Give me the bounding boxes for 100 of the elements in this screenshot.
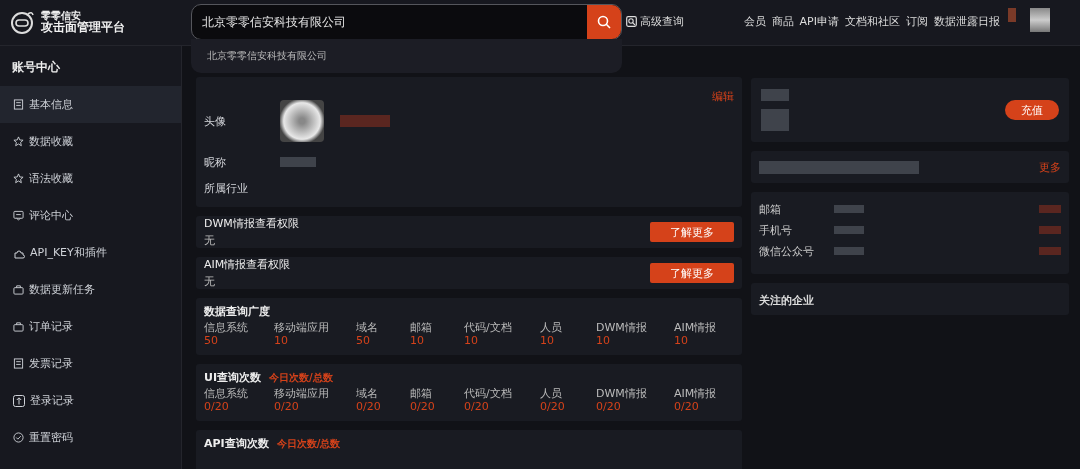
redacted-block (834, 205, 864, 213)
sidebar-item-label: 评论中心 (29, 208, 73, 223)
quota-value: 10 (464, 334, 479, 348)
redacted-block[interactable] (1039, 205, 1061, 213)
sidebar-item-label: 数据更新任务 (29, 282, 95, 297)
sidebar-item-label: 重置密码 (29, 430, 73, 445)
redacted-block (280, 157, 316, 167)
quota-label: 代码/文档 (464, 387, 513, 401)
quota-label: DWM情报 (596, 321, 648, 335)
quota-label: AIM情报 (674, 321, 718, 335)
suggestion-item[interactable]: 北京零零信安科技有限公司 (207, 49, 327, 63)
sidebar-item[interactable]: 语法收藏 (0, 160, 181, 197)
avatar-placeholder[interactable] (1030, 8, 1050, 32)
nav-link[interactable]: API申请 (799, 14, 839, 29)
quota-value: 10 (274, 334, 289, 348)
quota-label: 移动端应用 (274, 387, 330, 401)
star-icon (13, 136, 24, 147)
quota-title: UI查询次数 (204, 370, 262, 385)
star-icon (13, 173, 24, 184)
quota-label: 信息系统 (204, 321, 249, 335)
quota-value: 10 (540, 334, 555, 348)
search-button[interactable] (587, 5, 621, 39)
briefcase-icon (13, 284, 24, 295)
redacted-block (834, 247, 864, 255)
redacted-block[interactable] (1039, 247, 1061, 255)
redacted-block (761, 109, 789, 131)
quota-label: AIM情报 (674, 387, 718, 401)
field-label: 所属行业 (204, 180, 249, 196)
document-icon (13, 358, 24, 369)
quota-label: 移动端应用 (274, 321, 330, 335)
edit-link[interactable]: 编辑 (712, 89, 734, 104)
nav-link[interactable]: 订阅 (906, 14, 928, 29)
quota-value: 0/20 (410, 400, 436, 414)
sidebar-item-label: 数据收藏 (29, 134, 73, 149)
sidebar-item-label: 语法收藏 (29, 171, 73, 186)
sidebar-item[interactable]: 重置密码 (0, 419, 181, 456)
sidebar-item[interactable]: 发票记录 (0, 345, 181, 382)
quota-value: 0/20 (674, 400, 700, 414)
redacted-block[interactable] (1039, 226, 1061, 234)
quota-label: 人员 (540, 387, 563, 401)
nav-link[interactable]: 会员 (743, 14, 766, 29)
quota-hint: 今日次数/总数 (276, 437, 341, 451)
quota-label: 代码/文档 (464, 321, 513, 335)
sidebar-item-label: 登录记录 (30, 393, 74, 408)
sidebar-item[interactable]: 数据收藏 (0, 123, 181, 160)
quota-value: 50 (204, 334, 219, 348)
permission-title: AIM情报查看权限 (204, 257, 291, 272)
sidebar-item[interactable]: API_KEY和插件 (0, 234, 181, 271)
learn-more-button[interactable]: 了解更多 (650, 222, 734, 242)
learn-more-button[interactable]: 了解更多 (650, 263, 734, 283)
contact-label: 邮箱 (759, 201, 782, 217)
sidebar-item[interactable]: 评论中心 (0, 197, 181, 234)
sidebar-item[interactable]: 数据更新任务 (0, 271, 181, 308)
followed-title: 关注的企业 (759, 294, 814, 307)
robot-logo-icon (10, 9, 36, 35)
recharge-button[interactable]: 充值 (1005, 100, 1059, 120)
field-label: 昵称 (204, 154, 227, 170)
nav-link[interactable]: 商品 (771, 14, 794, 29)
sidebar-title: 账号中心 (11, 59, 61, 76)
nav-link[interactable]: 数据泄露日报 (934, 14, 1000, 29)
field-label: 头像 (204, 113, 227, 129)
advanced-search-link[interactable]: 高级查询 (626, 14, 684, 29)
quota-value: 50 (356, 334, 371, 348)
permission-value: 无 (204, 233, 216, 248)
redacted-block (340, 115, 390, 127)
quota-title: 数据查询广度 (204, 304, 270, 319)
quota-label: DWM情报 (596, 387, 648, 401)
quota-value: 0/20 (464, 400, 490, 414)
quota-value: 0/20 (356, 400, 382, 414)
quota-value: 0/20 (596, 400, 622, 414)
sidebar-item[interactable]: 登录记录 (0, 382, 181, 419)
contact-label: 微信公众号 (759, 243, 815, 259)
search-icon (597, 15, 611, 29)
quota-value: 10 (674, 334, 689, 348)
quota-value: 0/20 (274, 400, 300, 414)
contact-label: 手机号 (759, 222, 793, 238)
quota-value: 0/20 (204, 400, 230, 414)
sidebar-item[interactable]: 基本信息 (0, 86, 181, 123)
avatar-placeholder (280, 100, 324, 142)
logo-title: 攻击面管理平台 (41, 20, 125, 35)
quota-label: 域名 (356, 387, 379, 401)
quota-value: 10 (410, 334, 425, 348)
quota-hint: 今日次数/总数 (269, 371, 333, 385)
sidebar-item[interactable]: 订单记录 (0, 308, 181, 345)
briefcase-icon (13, 321, 24, 332)
quota-label: 邮箱 (410, 387, 433, 401)
permission-value: 无 (204, 274, 216, 289)
nav-link[interactable]: 文档和社区 (845, 14, 900, 29)
sidebar-item-label: API_KEY和插件 (30, 245, 107, 260)
quota-label: 信息系统 (204, 387, 249, 401)
sidebar-item-label: 订单记录 (29, 319, 73, 334)
redacted-block (761, 89, 789, 101)
sidebar-item-label: 基本信息 (29, 97, 73, 112)
permission-title: DWM情报查看权限 (204, 216, 299, 231)
more-link[interactable]: 更多 (1039, 159, 1061, 175)
redacted-block (1008, 8, 1016, 22)
logo-subtitle: 零零信安 (41, 9, 82, 21)
upload-icon (13, 394, 25, 407)
shield-check-icon (13, 432, 24, 443)
comment-icon (13, 210, 24, 221)
